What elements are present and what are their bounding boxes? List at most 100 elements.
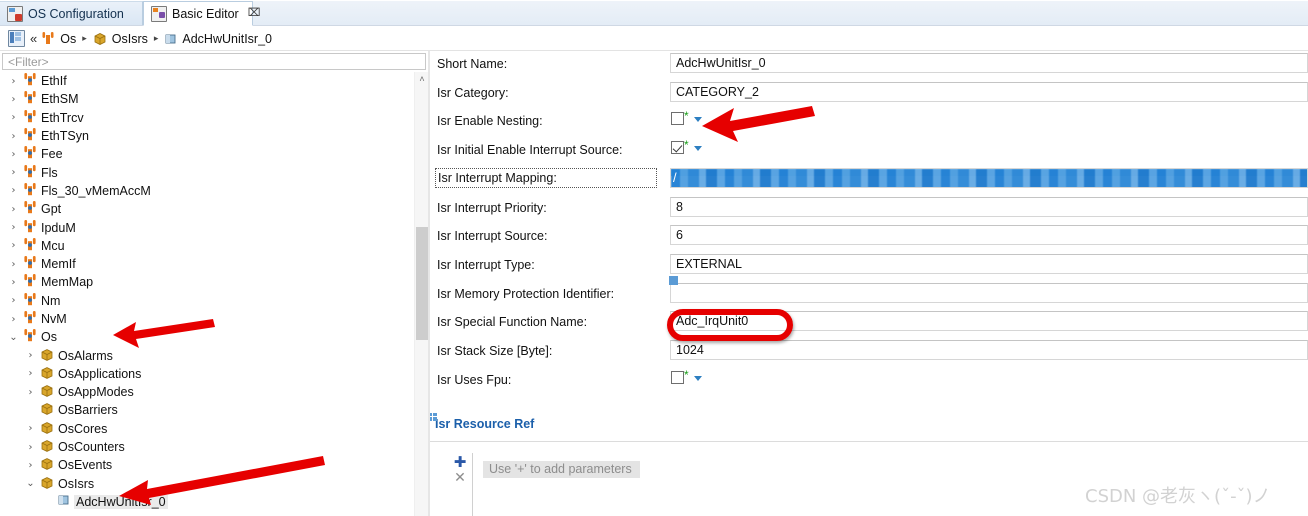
tree-item-osevents[interactable]: › OsEvents xyxy=(0,456,414,474)
module-icon xyxy=(23,292,37,309)
chevron-right-icon[interactable]: › xyxy=(8,240,19,251)
chevron-right-icon[interactable]: › xyxy=(8,222,19,233)
tree-item-adchwunitisr_0[interactable]: AdcHwUnitIsr_0 xyxy=(0,493,414,511)
chevron-down-icon[interactable] xyxy=(693,146,702,152)
chevron-right-icon[interactable]: › xyxy=(25,423,36,434)
chevron-right-icon[interactable]: › xyxy=(8,149,19,160)
tree-item-ethtrcv[interactable]: › EthTrcv xyxy=(0,109,414,127)
project-tree-pane: <Filter> › EthIf › EthSM › EthTrcv › EthTSyn › Fe… xyxy=(0,51,429,516)
tree-item-osappmodes[interactable]: › OsAppModes xyxy=(0,383,414,401)
tree-item-label: Gpt xyxy=(41,202,62,217)
chevron-right-icon[interactable]: › xyxy=(8,204,19,215)
input-isr-category[interactable]: CATEGORY_2 xyxy=(670,81,1308,102)
input-isr-interrupt-mapping[interactable]: / xyxy=(670,167,1308,188)
breadcrumb-item-osisrs[interactable]: OsIsrs xyxy=(112,32,148,46)
chevron-down-icon[interactable]: ⌄ xyxy=(25,478,36,489)
chevron-right-icon[interactable]: › xyxy=(8,131,19,142)
tree-item-oscores[interactable]: › OsCores xyxy=(0,420,414,438)
chevron-right-icon[interactable]: › xyxy=(8,314,19,325)
tree-item-label: EthTrcv xyxy=(41,110,84,125)
checkbox-group-isr-uses-fpu: * xyxy=(671,369,702,384)
label-isr-category: Isr Category: xyxy=(437,85,509,100)
tree-item-mcu[interactable]: › Mcu xyxy=(0,237,414,255)
chevron-right-icon[interactable]: › xyxy=(8,112,19,123)
breadcrumb-separator-icon-2: ▸ xyxy=(153,33,159,43)
container-icon xyxy=(40,421,54,437)
tree-item-fls[interactable]: › Fls xyxy=(0,163,414,181)
module-icon xyxy=(23,182,37,199)
os-configuration-icon xyxy=(7,6,23,22)
delete-parameter-icon[interactable]: ✕ xyxy=(451,470,469,486)
home-icon[interactable] xyxy=(8,30,25,47)
checkbox-isr-initial-enable-interrupt-source[interactable] xyxy=(671,141,684,155)
input-value-prefix: / xyxy=(673,169,677,185)
label-isr-special-function-name: Isr Special Function Name: xyxy=(437,315,588,330)
module-icon xyxy=(23,256,37,272)
chevron-down-icon[interactable] xyxy=(693,375,702,381)
tree-item-gpt[interactable]: › Gpt xyxy=(0,200,414,218)
checkbox-isr-enable-nesting[interactable] xyxy=(671,112,684,126)
chevron-down-icon[interactable]: ⌄ xyxy=(8,332,19,343)
tree-item-fee[interactable]: › Fee xyxy=(0,145,414,163)
isr-resource-ref-section-header: Isr Resource Ref xyxy=(430,413,534,431)
chevron-right-icon[interactable]: › xyxy=(8,94,19,105)
input-isr-interrupt-source[interactable]: 6 xyxy=(670,225,1308,246)
tree-item-nm[interactable]: › Nm xyxy=(0,292,414,310)
tree-item-memmap[interactable]: › MemMap xyxy=(0,273,414,291)
scroll-up-icon[interactable]: ˄ xyxy=(415,72,429,86)
breadcrumb-item-adchwunitisr[interactable]: AdcHwUnitIsr_0 xyxy=(182,32,272,46)
tree-item-label: Os xyxy=(41,330,57,345)
add-parameter-icon[interactable]: ✚ xyxy=(451,454,469,470)
chevron-right-icon[interactable]: › xyxy=(8,259,19,270)
tree-item-osbarriers[interactable]: OsBarriers xyxy=(0,401,414,419)
close-icon[interactable]: ⌧ xyxy=(248,8,261,19)
tree-item-memif[interactable]: › MemIf xyxy=(0,255,414,273)
chevron-right-icon[interactable]: › xyxy=(25,368,36,379)
container-icon xyxy=(40,476,54,492)
tree-item-ipdum[interactable]: › IpduM xyxy=(0,218,414,236)
chevron-right-icon[interactable]: › xyxy=(25,350,36,361)
tree-item-ethif[interactable]: › EthIf xyxy=(0,72,414,90)
input-isr-memory-protection-identifier[interactable] xyxy=(670,282,1308,303)
input-isr-stack-size-byte[interactable]: 1024 xyxy=(670,340,1308,360)
checkbox-group-isr-enable-nesting: * xyxy=(671,110,702,126)
tree-item-label: NvM xyxy=(41,312,67,326)
chevron-right-icon[interactable]: › xyxy=(8,167,19,178)
chevron-right-icon[interactable]: › xyxy=(8,185,19,196)
tree-filter-input[interactable]: <Filter> xyxy=(2,53,426,70)
tree-item-ethtsyn[interactable]: › EthTSyn xyxy=(0,127,414,145)
container-icon xyxy=(93,32,107,45)
configuration-tree[interactable]: › EthIf › EthSM › EthTrcv › EthTSyn › Fee › Fls › Fls… xyxy=(0,72,414,516)
checkbox-isr-uses-fpu[interactable] xyxy=(671,370,684,384)
collapse-icon[interactable]: « xyxy=(30,31,37,46)
required-marker-icon: * xyxy=(684,138,689,153)
chevron-down-icon[interactable] xyxy=(693,117,702,123)
tree-item-ethsm[interactable]: › EthSM xyxy=(0,90,414,108)
tree-vertical-scrollbar[interactable]: ˄ xyxy=(414,72,429,516)
basic-editor-icon xyxy=(151,5,167,22)
label-short-name: Short Name: xyxy=(437,57,508,71)
input-isr-interrupt-type[interactable]: EXTERNAL xyxy=(670,253,1308,274)
chevron-right-icon[interactable]: › xyxy=(25,460,36,471)
input-short-name[interactable]: AdcHwUnitIsr_0 xyxy=(670,53,1308,73)
tab-basic-editor[interactable]: Basic Editor ⌧ xyxy=(143,1,260,26)
tree-item-osisrs[interactable]: ⌄ OsIsrs xyxy=(0,475,414,493)
tree-item-osapplications[interactable]: › OsApplications xyxy=(0,365,414,383)
module-icon xyxy=(23,274,37,290)
form-row-isr-interrupt-type: Isr Interrupt Type: EXTERNAL xyxy=(430,252,1308,281)
tree-item-osalarms[interactable]: › OsAlarms xyxy=(0,346,414,364)
chevron-right-icon[interactable]: › xyxy=(25,387,36,398)
scrollbar-thumb[interactable] xyxy=(416,227,428,340)
tab-os-configuration[interactable]: OS Configuration xyxy=(0,1,143,26)
input-isr-interrupt-priority[interactable]: 8 xyxy=(670,196,1308,217)
chevron-right-icon[interactable]: › xyxy=(8,277,19,288)
chevron-right-icon[interactable]: › xyxy=(25,442,36,453)
tree-item-fls_30_vmemaccm[interactable]: › Fls_30_vMemAccM xyxy=(0,182,414,200)
tree-item-nvm[interactable]: › NvM xyxy=(0,310,414,328)
tree-item-oscounters[interactable]: › OsCounters xyxy=(0,438,414,456)
chevron-right-icon[interactable]: › xyxy=(8,76,19,87)
label-isr-uses-fpu: Isr Uses Fpu: xyxy=(437,372,512,387)
breadcrumb-item-os[interactable]: Os xyxy=(60,32,76,46)
chevron-right-icon[interactable]: › xyxy=(8,295,19,306)
tree-item-os[interactable]: ⌄ Os xyxy=(0,328,414,346)
